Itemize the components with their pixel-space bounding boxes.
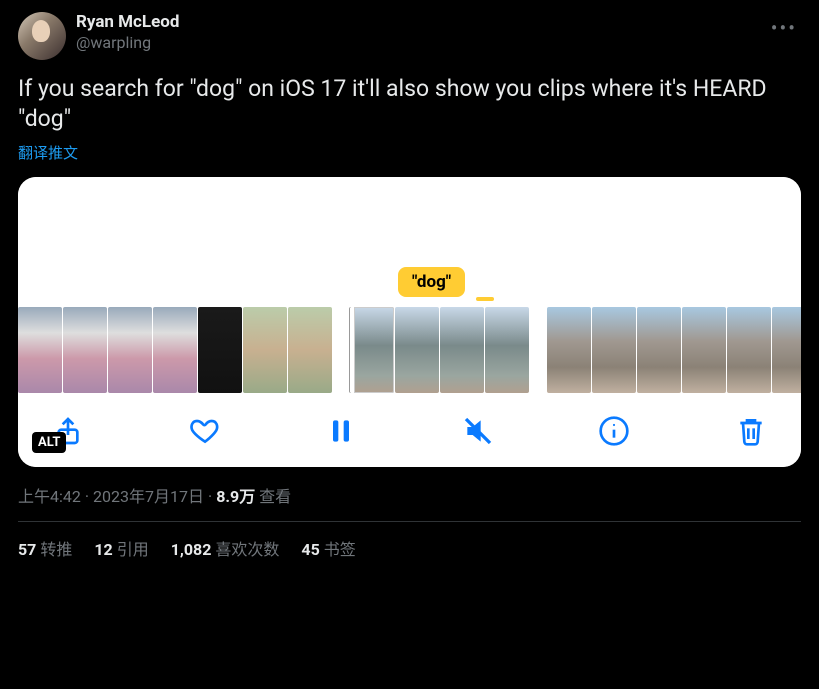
clip-group [350, 307, 529, 391]
clip-frame [288, 307, 332, 393]
tweet-body: If you search for "dog" on iOS 17 it'll … [18, 74, 801, 134]
tweet-date[interactable]: 2023年7月17日 [93, 487, 204, 506]
translate-link[interactable]: 翻译推文 [18, 142, 801, 163]
trash-icon[interactable] [733, 413, 769, 449]
clip-frame [198, 307, 242, 393]
alt-badge[interactable]: ALT [32, 432, 66, 453]
clip-frame [547, 307, 591, 393]
tweet-stats: 57转推 12引用 1,082喜欢次数 45书签 [18, 522, 801, 574]
clip-frame [243, 307, 287, 393]
clip-group [18, 307, 332, 391]
likes-stat[interactable]: 1,082喜欢次数 [171, 536, 280, 560]
handle: @warpling [76, 33, 757, 52]
audio-tag-tick [476, 297, 494, 301]
media-card[interactable]: "dog" [18, 177, 801, 467]
clip-group [547, 307, 801, 391]
clip-frame [395, 307, 439, 393]
clip-frame [153, 307, 197, 393]
tweet-card: Ryan McLeod @warpling ••• If you search … [0, 0, 819, 574]
clip-frame-playhead[interactable] [350, 307, 394, 393]
tweet-time[interactable]: 上午4:42 [18, 487, 81, 506]
display-name: Ryan McLeod [76, 12, 757, 32]
tweet-header: Ryan McLeod @warpling ••• [18, 12, 801, 60]
clip-frame [592, 307, 636, 393]
more-icon[interactable]: ••• [767, 12, 801, 44]
clip-frame [772, 307, 801, 393]
clip-frame [637, 307, 681, 393]
author-names[interactable]: Ryan McLeod @warpling [76, 12, 757, 52]
pause-icon[interactable] [323, 413, 359, 449]
views-count: 8.9万 [216, 487, 255, 506]
views-label: 查看 [259, 487, 291, 506]
mute-icon[interactable] [460, 413, 496, 449]
clip-frame [727, 307, 771, 393]
info-icon[interactable] [596, 413, 632, 449]
clip-frame [108, 307, 152, 393]
clip-frame [485, 307, 529, 393]
clip-frame [682, 307, 726, 393]
tweet-meta: 上午4:42·2023年7月17日·8.9万 查看 [18, 483, 801, 522]
quotes-stat[interactable]: 12引用 [94, 536, 148, 560]
media-blank-area [18, 177, 801, 267]
heart-icon[interactable] [187, 413, 223, 449]
clip-frame [63, 307, 107, 393]
bookmarks-stat[interactable]: 45书签 [301, 536, 355, 560]
audio-tag: "dog" [398, 267, 465, 297]
avatar[interactable] [18, 12, 66, 60]
tag-row: "dog" [18, 267, 801, 303]
video-timeline[interactable] [18, 303, 801, 399]
clip-frame [440, 307, 484, 393]
clip-frame [18, 307, 62, 393]
retweets-stat[interactable]: 57转推 [18, 536, 72, 560]
media-toolbar [18, 399, 801, 467]
